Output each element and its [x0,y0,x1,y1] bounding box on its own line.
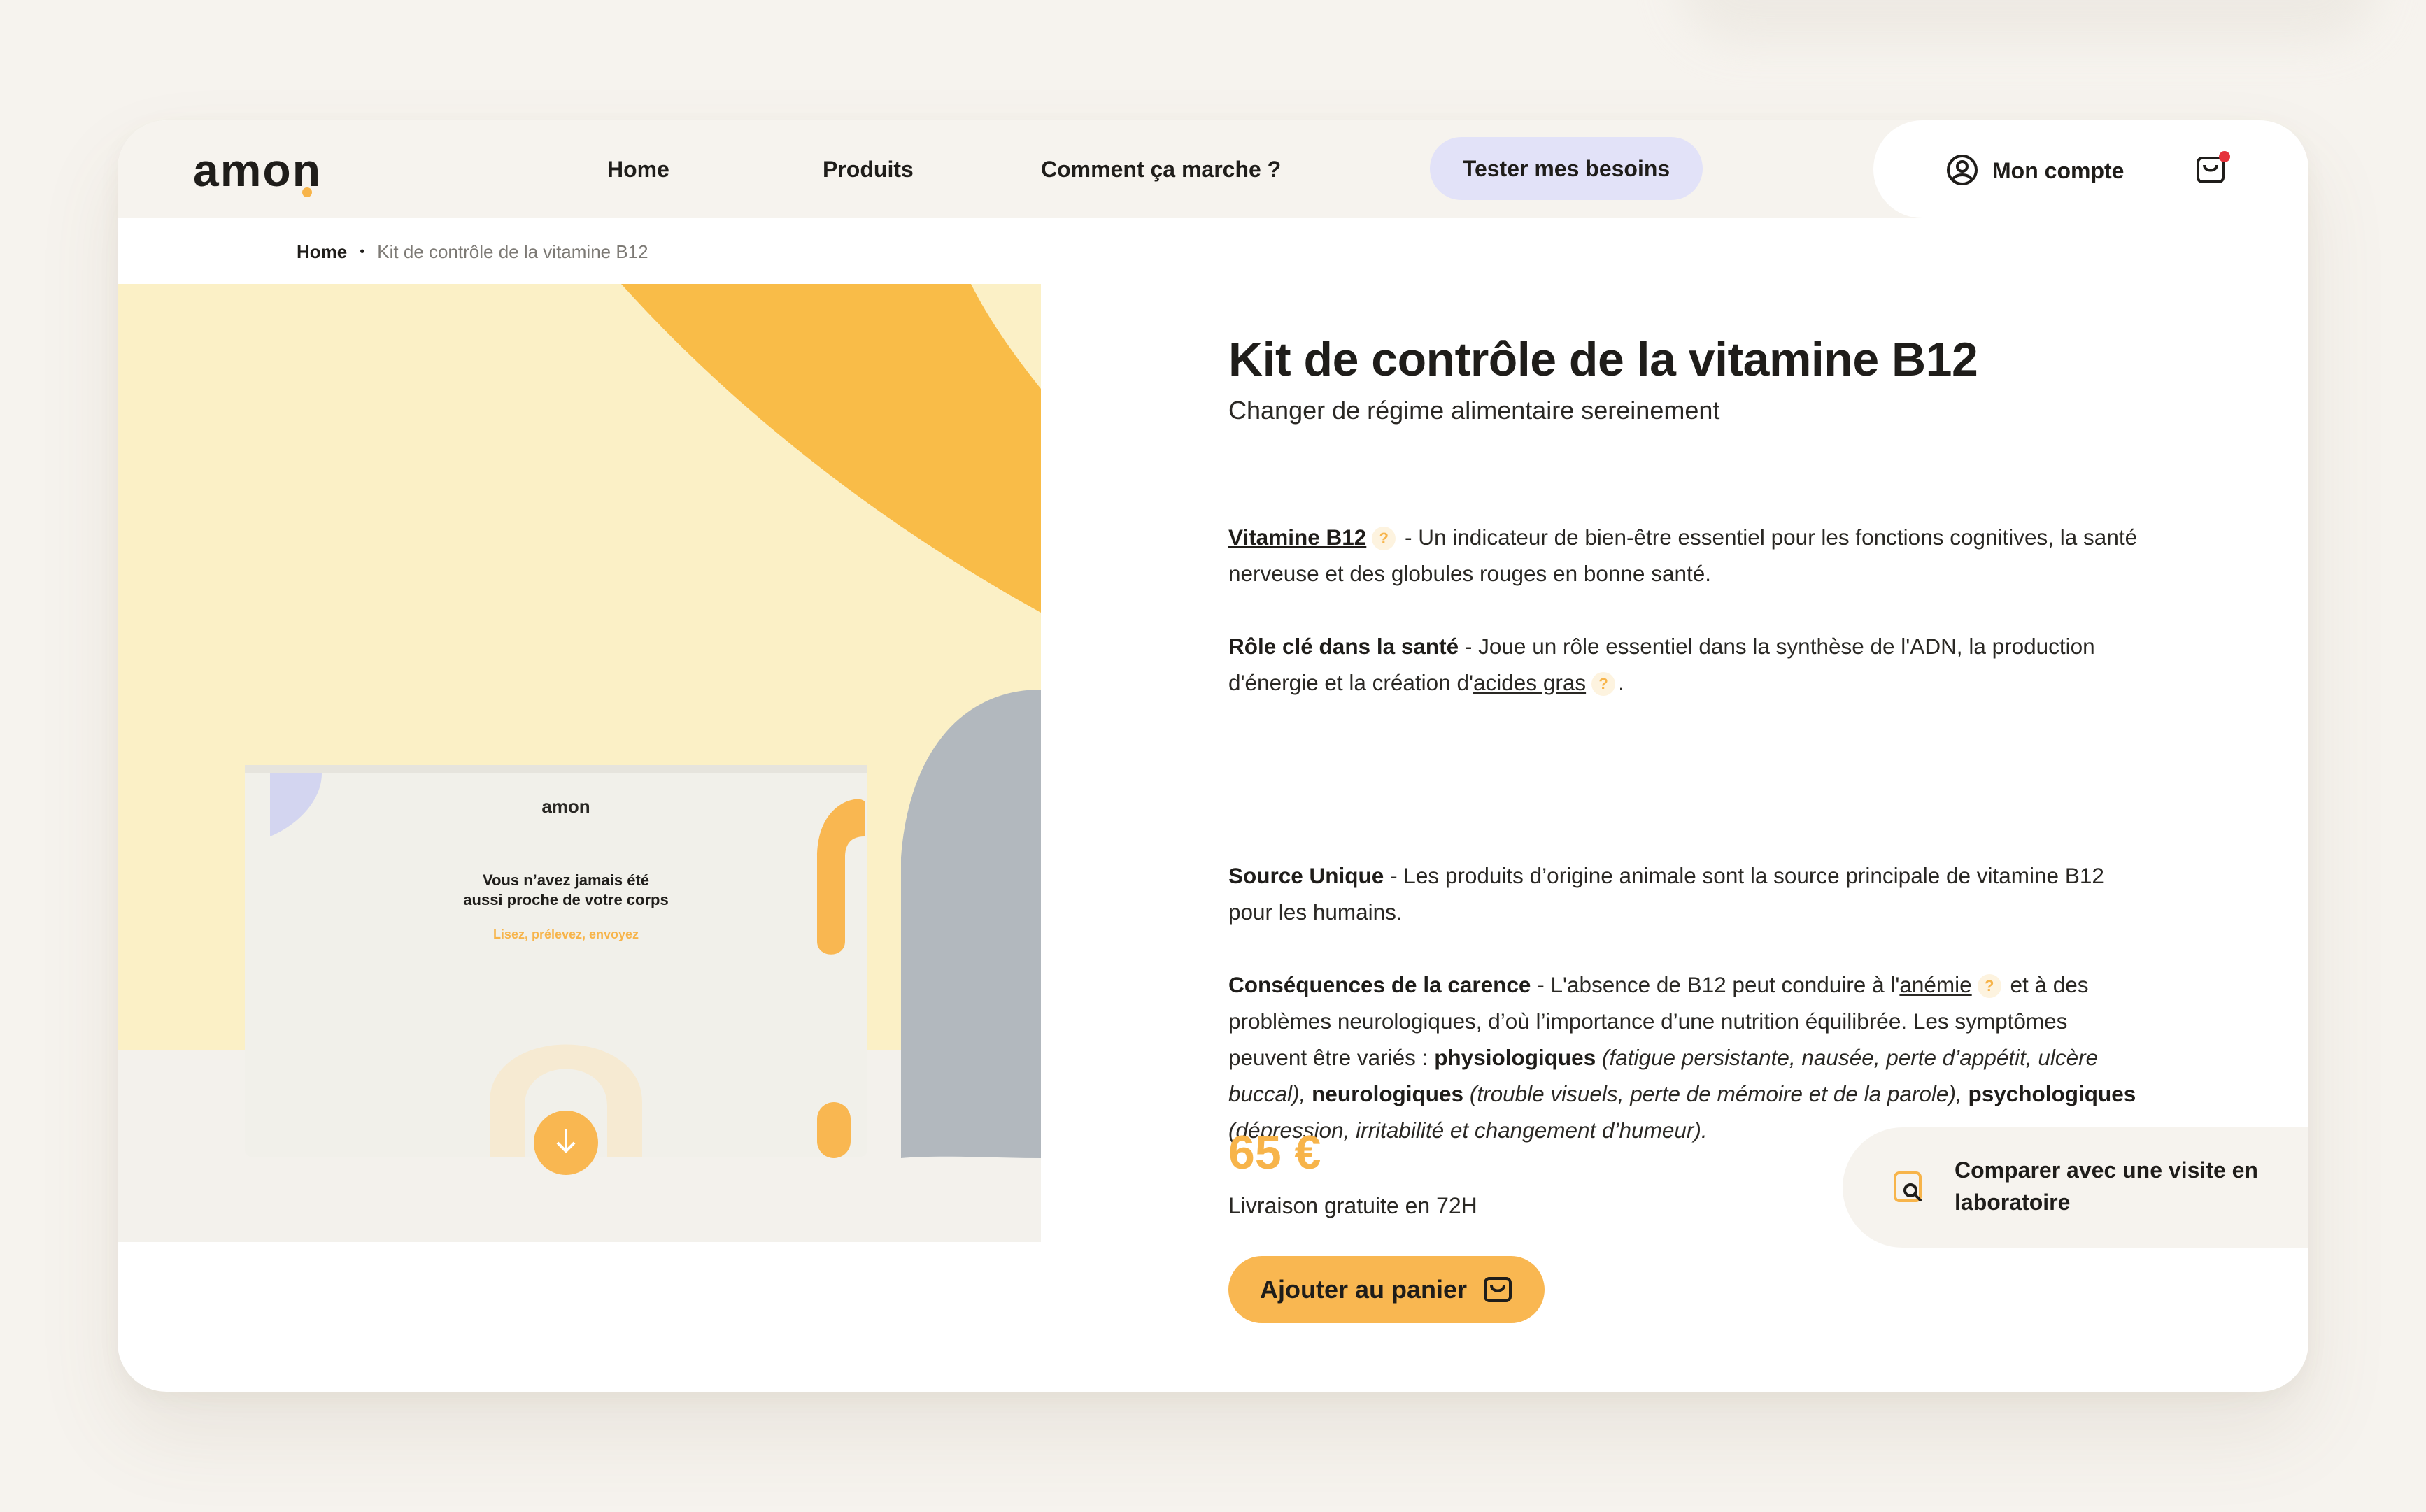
background-shadow [1679,0,2378,42]
product-title: Kit de contrôle de la vitamine B12 [1228,333,1978,386]
cart-icon[interactable] [2194,150,2232,187]
vitamin-b12-link[interactable]: Vitamine B12 [1228,525,1366,550]
delivery-info: Livraison gratuite en 72H [1228,1193,1477,1218]
nav-home[interactable]: Home [607,154,669,185]
section-role: Rôle clé dans la santé - Joue un rôle es… [1228,628,2138,701]
physio-label: physiologiques [1434,1045,1596,1070]
consequences-term: Conséquences de la carence [1228,972,1531,997]
add-to-cart-button[interactable]: Ajouter au panier [1228,1256,1545,1323]
product-image: amon Vous n’avez jamais été aussi proche… [118,284,1041,1242]
help-icon[interactable]: ? [1372,527,1396,550]
product-photo-illustration: amon Vous n’avez jamais été aussi proche… [118,284,1041,1242]
breadcrumb-home[interactable]: Home [297,239,347,264]
source-term: Source Unique [1228,863,1384,888]
neuro-text: (trouble visuels, perte de mémoire et de… [1469,1081,1962,1106]
price: 65 € [1228,1126,1321,1179]
breadcrumb-separator: • [360,244,365,259]
breadcrumb-current: Kit de contrôle de la vitamine B12 [377,241,648,262]
neuro-label: neurologiques [1312,1081,1464,1106]
nav-comment-ca-marche[interactable]: Comment ça marche ? [1041,154,1281,185]
box-tagline: Lisez, prélevez, envoyez [493,927,639,941]
bag-icon [1484,1277,1512,1302]
product-subtitle: Changer de régime alimentaire sereinemen… [1228,396,1720,425]
section-vitamin: Vitamine B12? - Un indicateur de bien-êt… [1228,519,2138,592]
breadcrumb: Home • Kit de contrôle de la vitamine B1… [297,239,648,264]
logo[interactable]: amon [193,144,322,197]
page-card: amon Home Produits Comment ça marche ? T… [118,120,2308,1392]
psycho-label: psychologiques [1968,1081,2136,1106]
nav-produits[interactable]: Produits [823,154,914,185]
consequences-text1: - L'absence de B12 peut conduire à l' [1537,972,1900,997]
help-icon[interactable]: ? [1977,974,2001,998]
logo-dot [302,187,313,197]
add-to-cart-label: Ajouter au panier [1259,1275,1468,1304]
tester-mes-besoins-button[interactable]: Tester mes besoins [1430,137,1703,200]
top-nav: amon Home Produits Comment ça marche ? T… [118,120,2308,218]
mon-compte-link[interactable]: Mon compte [1992,155,2124,186]
logo-text: amon [193,144,322,196]
role-term: Rôle clé dans la santé [1228,634,1459,659]
lab-search-icon [1894,1171,1922,1202]
compare-lab-button[interactable]: Comparer avec une visite en laboratoire [1843,1127,2308,1248]
compare-label: Comparer avec une visite en laboratoire [1955,1157,2258,1215]
box-line1: Vous n’avez jamais été [483,871,649,889]
acides-gras-link[interactable]: acides gras [1473,670,1586,695]
help-icon[interactable]: ? [1591,672,1616,696]
anemie-link[interactable]: anémie [1899,972,1971,997]
role-end: . [1618,670,1624,695]
user-icon[interactable] [1946,154,1978,186]
box-brand: amon [541,796,590,817]
section-source: Source Unique - Les produits d’origine a… [1228,857,2138,930]
section-consequences: Conséquences de la carence - L'absence d… [1228,967,2138,1148]
box-line2: aussi proche de votre corps [463,891,668,908]
